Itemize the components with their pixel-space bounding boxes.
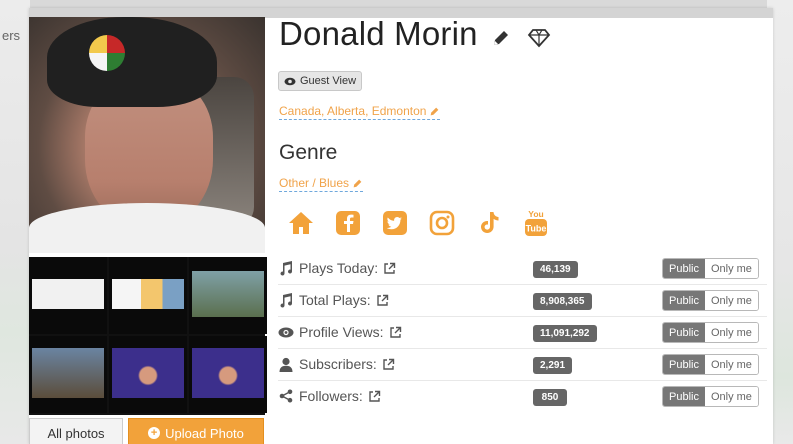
only-me-toggle-button[interactable]: Only me [704,291,758,310]
only-me-toggle-button[interactable]: Only me [704,355,758,374]
stat-value-badge: 2,291 [533,357,573,374]
stat-label-profile-views[interactable]: Profile Views: [278,324,402,340]
stat-value-badge: 46,139 [533,261,578,278]
eye-icon [278,324,294,340]
youtube-icon[interactable]: You Tube [521,208,551,238]
external-link-icon [369,390,380,402]
external-link-icon [384,262,396,274]
visibility-toggle: Public Only me [662,386,759,407]
public-toggle-button[interactable]: Public [663,323,705,342]
guest-view-button[interactable]: Guest View [278,71,362,91]
only-me-toggle-button[interactable]: Only me [704,387,758,406]
eye-icon [284,77,296,85]
user-icon [278,356,294,372]
public-toggle-button[interactable]: Public [663,259,705,278]
stat-row-total-plays: Total Plays: 8,908,365 Public Only me [278,285,767,317]
diamond-icon[interactable] [527,28,551,48]
music-note-icon [278,292,294,308]
photo-hat-badge [89,35,125,71]
stat-label-text: Plays Today: [299,260,379,276]
edit-genre-pencil-icon [353,179,362,187]
stat-label-total-plays[interactable]: Total Plays: [278,292,389,308]
photo-hat [47,17,217,107]
stat-row-profile-views: Profile Views: 11,091,292 Public Only me [278,317,767,349]
profile-name: Donald Morin [279,15,478,52]
visibility-toggle: Public Only me [662,258,759,279]
external-link-icon [389,326,401,338]
public-toggle-button[interactable]: Public [663,387,705,406]
twitter-icon[interactable] [380,208,410,238]
genre-text: Other / Blues [279,176,350,190]
photo-thumbnails [29,257,267,415]
visibility-toggle: Public Only me [662,354,759,375]
photo-shirt [29,203,265,253]
edit-location-pencil-icon [431,107,439,115]
stat-label-plays-today[interactable]: Plays Today: [278,260,396,276]
home-icon[interactable] [286,208,316,238]
location-link[interactable]: Canada, Alberta, Edmonton [279,104,441,120]
edit-name-pencil-icon[interactable] [491,28,511,48]
svg-text:You: You [528,209,543,219]
visibility-toggle: Public Only me [662,322,759,343]
thumbnail-5[interactable] [109,336,187,413]
thumbnail-6[interactable] [189,336,267,413]
visibility-toggle: Public Only me [662,290,759,311]
profile-photo[interactable] [29,17,265,253]
stat-label-text: Profile Views: [299,324,384,340]
stat-value-badge: 11,091,292 [533,325,597,342]
plus-circle-icon: + [148,427,161,439]
music-note-icon [278,260,294,276]
stat-value-badge: 850 [533,389,567,406]
background-left-text: ers [2,28,21,43]
stat-row-followers: Followers: 850 Public Only me [278,381,767,413]
facebook-icon[interactable] [333,208,363,238]
stat-label-text: Total Plays: [299,292,371,308]
thumbnail-2[interactable] [109,257,187,334]
social-links: You Tube [286,208,551,238]
background-left: ers [0,0,30,444]
instagram-icon[interactable] [427,208,457,238]
stat-label-followers[interactable]: Followers: [278,388,381,404]
stat-row-plays-today: Plays Today: 46,139 Public Only me [278,253,767,285]
public-toggle-button[interactable]: Public [663,291,705,310]
only-me-toggle-button[interactable]: Only me [704,259,758,278]
tiktok-icon[interactable] [474,208,504,238]
stats-table: Plays Today: 46,139 Public Only me Total… [278,253,767,413]
svg-text:Tube: Tube [526,224,547,234]
upload-photo-button[interactable]: + Upload Photo [128,418,264,444]
stat-row-subscribers: Subscribers: 2,291 Public Only me [278,349,767,381]
stat-value-badge: 8,908,365 [533,293,592,310]
upload-photo-label: Upload Photo [165,425,244,441]
location-text: Canada, Alberta, Edmonton [279,104,427,118]
only-me-toggle-button[interactable]: Only me [704,323,758,342]
all-photos-label: All photos [47,425,105,441]
external-link-icon [383,358,395,370]
share-icon [278,388,294,404]
guest-view-label: Guest View [299,75,357,87]
genre-link[interactable]: Other / Blues [279,176,364,192]
public-toggle-button[interactable]: Public [663,355,705,374]
genre-heading: Genre [279,141,338,164]
stat-label-text: Subscribers: [299,356,377,372]
external-link-icon [376,294,388,306]
all-photos-button[interactable]: All photos [29,418,123,444]
thumbnail-3[interactable] [189,257,267,334]
stat-label-subscribers[interactable]: Subscribers: [278,356,395,372]
thumbnail-1[interactable] [29,257,107,334]
thumbnail-4[interactable] [29,336,107,413]
stat-label-text: Followers: [299,388,363,404]
